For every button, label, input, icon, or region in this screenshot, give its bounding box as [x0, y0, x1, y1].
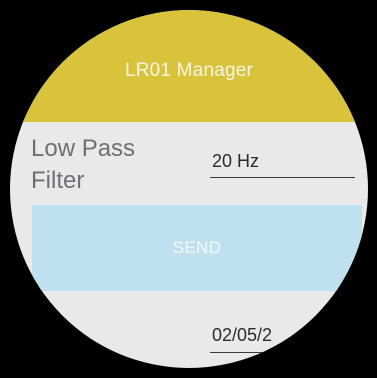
- date-field[interactable]: 02/05/2: [210, 323, 360, 353]
- low-pass-filter-field[interactable]: 20 Hz: [210, 149, 355, 178]
- app-bar: LR01 Manager: [10, 10, 368, 122]
- low-pass-filter-label: Low Pass Filter: [31, 133, 135, 197]
- app-title: LR01 Manager: [124, 60, 254, 81]
- watch-screen: LR01 Manager Low Pass Filter 20 Hz SEND …: [10, 10, 368, 368]
- filter-label-line2: Filter: [31, 167, 85, 194]
- send-button[interactable]: SEND: [32, 205, 362, 291]
- filter-label-line1: Low Pass: [31, 135, 136, 162]
